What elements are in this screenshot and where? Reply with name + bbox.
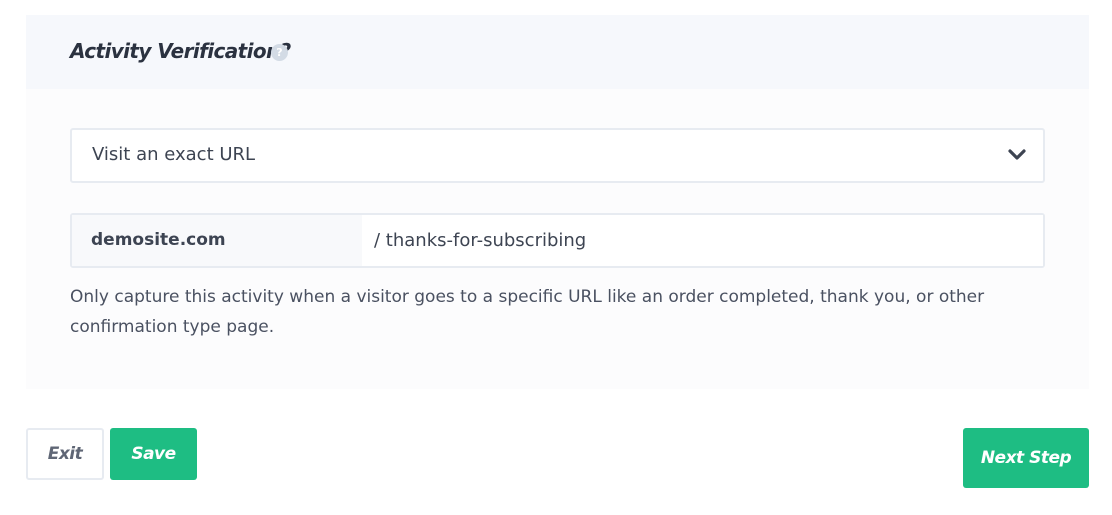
panel-header: Activity Verification? ? (26, 15, 1089, 89)
activity-type-select[interactable]: Visit an exact URL (70, 128, 1045, 183)
domain-prefix: demosite.com (72, 215, 362, 266)
domain-text: demosite.com (91, 230, 226, 250)
activity-panel: Activity Verification? ? Visit an exact … (26, 15, 1089, 389)
exit-button[interactable]: Exit (26, 428, 104, 480)
panel-title: Activity Verification? (70, 39, 291, 63)
next-step-button[interactable]: Next Step (963, 428, 1089, 488)
url-field-group: demosite.com (70, 213, 1045, 268)
help-text: Only capture this activity when a visito… (70, 287, 985, 337)
save-button[interactable]: Save (110, 428, 197, 480)
chevron-down-icon (1008, 149, 1026, 160)
url-path-input[interactable] (362, 215, 1043, 266)
help-icon[interactable]: ? (271, 44, 288, 61)
select-value: Visit an exact URL (92, 144, 256, 165)
